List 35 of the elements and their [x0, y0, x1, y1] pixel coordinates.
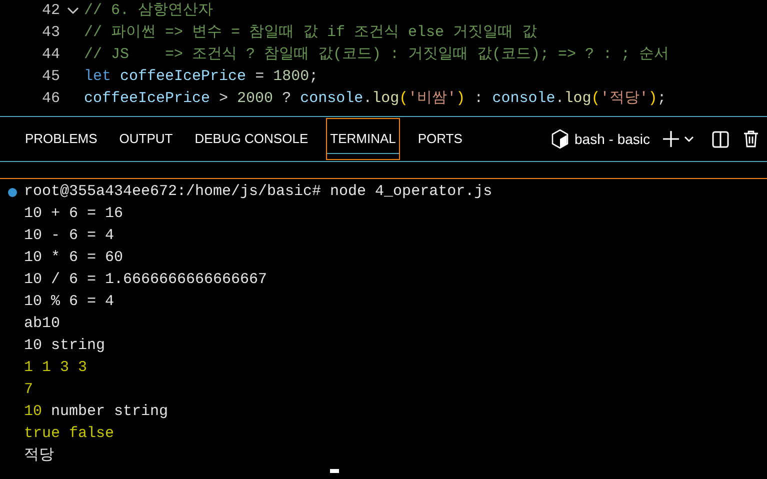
terminal-line: ab10: [24, 314, 60, 334]
code-line: // JS => 조건식 ? 참일때 값(코드) : 거짓일때 값(코드); => ? : ; 순서: [84, 44, 670, 65]
panel-tab[interactable]: OUTPUT: [115, 118, 177, 160]
terminal-line: true false: [24, 424, 114, 444]
terminal-cursor: [330, 469, 339, 473]
code-line: // 6. 삼항연산자: [84, 0, 214, 21]
terminal-line: 적당: [24, 446, 54, 466]
terminal-prompt: root@355a434ee672:/home/js/basic# node 4_operator.js: [24, 182, 492, 202]
trash-icon[interactable]: [743, 130, 759, 148]
panel-tab[interactable]: TERMINAL: [326, 118, 400, 160]
line-number: 45: [40, 66, 61, 87]
line-number: 46: [40, 88, 61, 109]
terminal-line: 10 string: [24, 336, 106, 356]
terminal-name[interactable]: bash - basic: [574, 128, 650, 150]
terminal-line: 10 * 6 = 60: [24, 248, 124, 268]
line-number: 42: [40, 0, 61, 21]
code-line: let coffeeIcePrice = 1800;: [84, 66, 318, 87]
line-number: 43: [40, 22, 61, 43]
terminal-line: 7: [24, 380, 34, 400]
terminal-line: 10 + 6 = 16: [24, 204, 124, 224]
plus-icon[interactable]: [662, 130, 680, 148]
terminal-line: 10 - 6 = 4: [24, 226, 114, 246]
chevron-down-icon[interactable]: [67, 7, 79, 15]
panel-tab[interactable]: DEBUG CONSOLE: [190, 118, 312, 160]
panel-tab[interactable]: PORTS: [414, 118, 466, 160]
code-line: coffeeIcePrice > 2000 ? console.log('비쌈') : console.log('적당');: [84, 88, 666, 109]
terminal-line: 1 1 3 3: [24, 358, 88, 378]
terminal-line: 10 / 6 = 1.6666666666666667: [24, 270, 268, 290]
line-number: 44: [40, 44, 61, 65]
terminal-icon: [550, 129, 569, 149]
terminal-line: 10 number string: [24, 402, 168, 422]
panel-tab[interactable]: PROBLEMS: [21, 118, 102, 160]
split-icon[interactable]: [712, 130, 729, 148]
terminal-line: 10 % 6 = 4: [24, 292, 114, 312]
code-line: // 파이썬 => 변수 = 참일때 값 if 조건식 else 거짓일때 값: [84, 22, 538, 43]
